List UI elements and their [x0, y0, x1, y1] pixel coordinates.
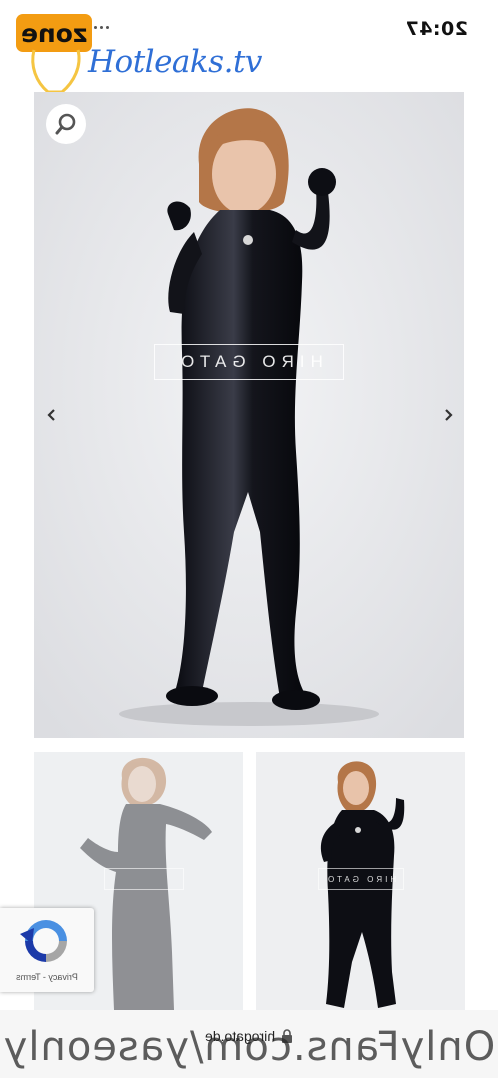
main-photo[interactable]: HIRO GATO: [34, 92, 464, 738]
hirogato-overlay-text: HIRO GATO: [175, 352, 323, 371]
chevron-right-icon: [445, 409, 453, 421]
hirogato-overlay-box: HIRO GATO: [154, 344, 344, 380]
status-time: 20:47: [405, 18, 468, 40]
thumb-2-overlay-text: HIRO GATO: [325, 874, 397, 884]
zoom-button[interactable]: [46, 104, 86, 144]
zone-badge: zone: [16, 14, 92, 52]
thumb-2-overlay-box: HIRO GATO: [318, 868, 404, 890]
hotleaks-watermark-logo: zone Hotleaks.tv: [14, 10, 264, 94]
recaptcha-badge[interactable]: Privacy - Terms: [0, 908, 94, 992]
hotleaks-site-label: Hotleaks.tv: [88, 44, 262, 80]
chevron-left-icon: [47, 409, 55, 421]
next-image-button[interactable]: [436, 400, 460, 430]
main-photo-image: [34, 92, 464, 738]
thumbnail-2[interactable]: HIRO GATO: [256, 752, 465, 1010]
prev-image-button[interactable]: [40, 400, 64, 430]
zone-badge-label: zone: [20, 18, 88, 48]
bulb-icon: [31, 49, 81, 94]
recaptcha-logo-icon: [20, 920, 67, 962]
recaptcha-links[interactable]: Privacy - Terms: [0, 972, 94, 982]
magnifier-icon: [55, 113, 76, 135]
thumb-1-overlay-box: [104, 868, 184, 890]
onlyfans-watermark: OnlyFans.com/yaseonly: [2, 1024, 496, 1070]
